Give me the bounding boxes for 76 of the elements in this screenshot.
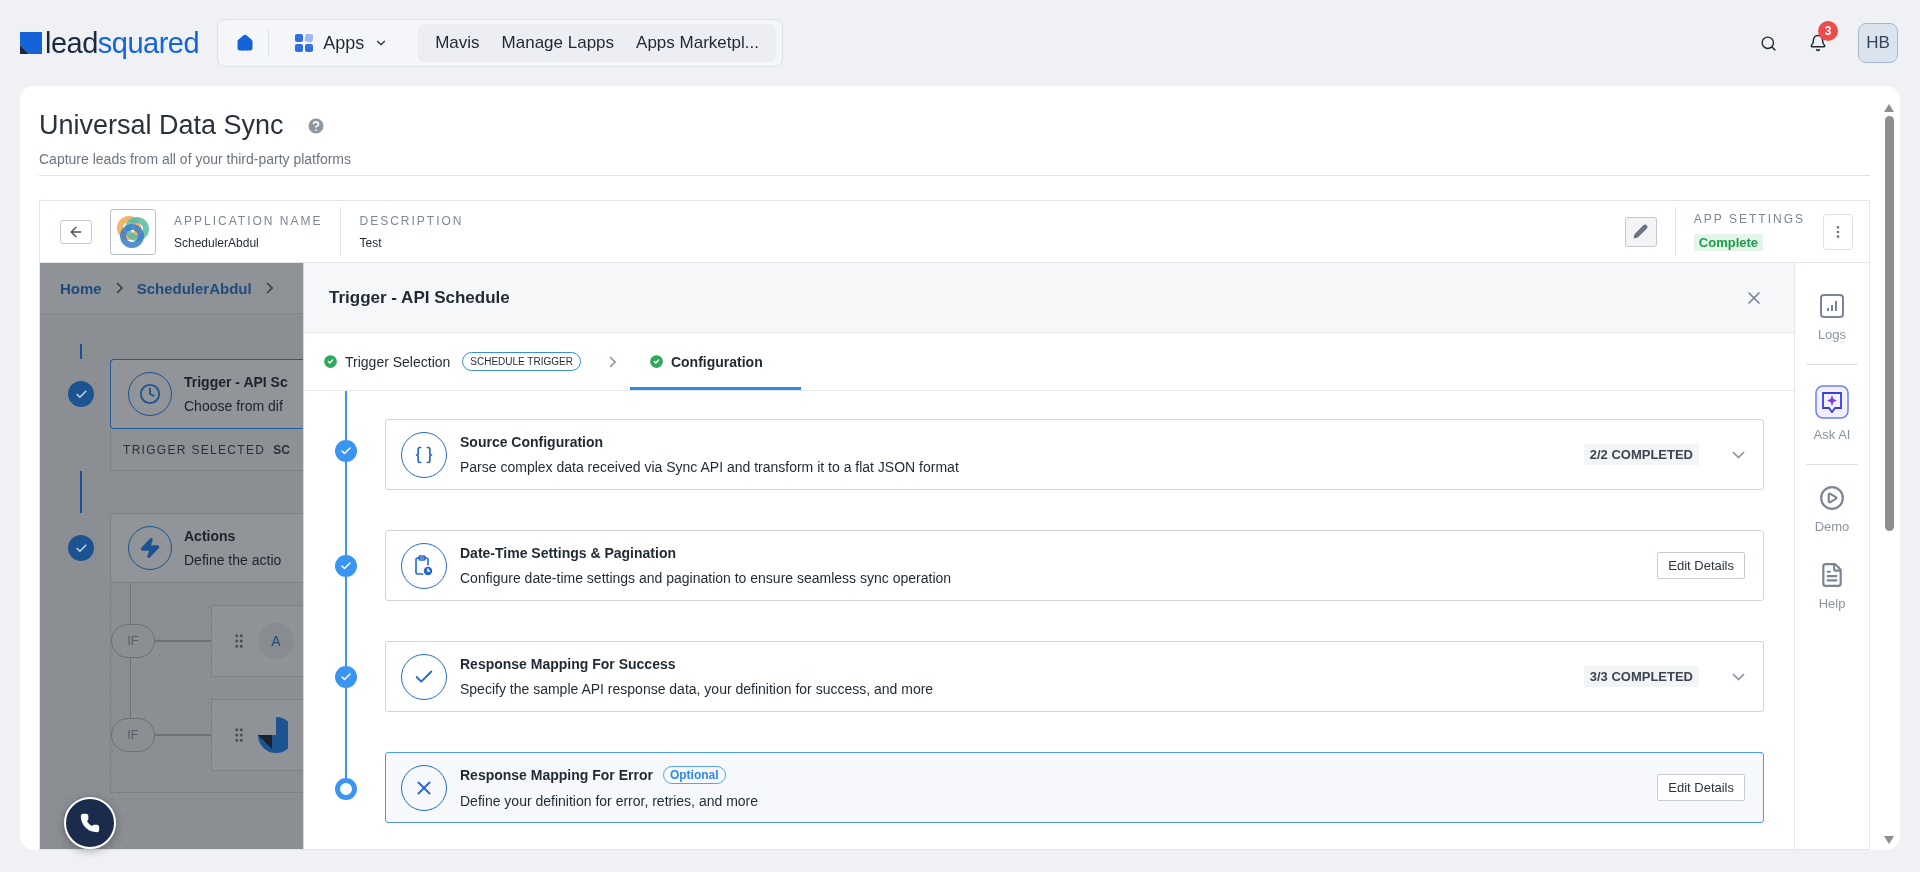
search-icon bbox=[1759, 34, 1777, 52]
strip-label: TRIGGER SELECTED bbox=[123, 442, 266, 457]
action-node[interactable] bbox=[211, 698, 303, 771]
nav-link[interactable]: Manage Lapps bbox=[490, 33, 626, 53]
edit-details-button[interactable]: Edit Details bbox=[1657, 552, 1745, 579]
document-icon[interactable] bbox=[1819, 562, 1845, 588]
back-button[interactable] bbox=[60, 219, 92, 244]
workflow-card[interactable]: Actions Define the actio bbox=[110, 513, 303, 583]
completion-status: 3/3 COMPLETED bbox=[1583, 666, 1699, 687]
step-description: Define your definition for error, retries, and more bbox=[460, 793, 760, 809]
page-title: Universal Data Sync bbox=[39, 110, 284, 141]
notification-count: 3 bbox=[1818, 21, 1838, 41]
logo-mark-icon bbox=[20, 32, 42, 54]
expand-button[interactable] bbox=[1732, 450, 1745, 459]
play-icon[interactable] bbox=[1819, 485, 1845, 511]
lightning-icon bbox=[139, 537, 161, 559]
pencil-icon bbox=[1633, 224, 1649, 239]
nav-link[interactable]: Apps Marketpl... bbox=[625, 33, 770, 53]
field-label: APP SETTINGS bbox=[1693, 212, 1805, 226]
chevron-icon bbox=[115, 282, 123, 294]
application-name: SchedulerAbdul bbox=[174, 235, 260, 250]
nav-link[interactable]: Mavis bbox=[424, 33, 491, 53]
settings-status: Complete bbox=[1693, 234, 1764, 251]
apps-grid-icon bbox=[295, 34, 314, 52]
help-icon[interactable] bbox=[305, 115, 326, 136]
chevron-icon bbox=[608, 355, 616, 368]
step-tab[interactable]: Trigger Selection SCHEDULE TRIGGER bbox=[322, 333, 589, 390]
edit-button[interactable] bbox=[1624, 216, 1657, 247]
chevron-down-icon bbox=[1732, 450, 1745, 459]
step-tab[interactable]: Configuration bbox=[629, 333, 801, 390]
card-description: Define the actio bbox=[184, 552, 282, 568]
config-step-card[interactable]: Date-Time Settings & Pagination Configure date-time settings and pagination to ensure seamless sync operation Edit Details bbox=[385, 530, 1764, 601]
step-description: Specify the sample API response data, your definition for success, and more bbox=[460, 681, 935, 697]
expand-button[interactable] bbox=[1732, 672, 1745, 681]
node-avatar: A bbox=[258, 622, 294, 659]
card-title: Actions bbox=[184, 528, 237, 544]
config-step-card[interactable]: Response Mapping For Error Optional Define your definition for error, retries, and more Edit Details bbox=[385, 752, 1764, 823]
braces-icon bbox=[414, 444, 434, 465]
card-title: Trigger - API Sc bbox=[184, 374, 288, 390]
step-description: Parse complex data received via Sync API and transform it to a flat JSON format bbox=[460, 459, 960, 475]
config-step-card[interactable]: Source Configuration Parse complex data received via Sync API and transform it to a flat JSON format 2/2 COMPLETED bbox=[385, 419, 1764, 490]
scroll-down-icon[interactable] bbox=[1884, 836, 1894, 844]
step-title: Response Mapping For Success bbox=[460, 656, 676, 672]
check-circle-icon bbox=[322, 353, 339, 370]
logo-wordmark: leadsquared bbox=[45, 26, 200, 60]
edit-details-button[interactable]: Edit Details bbox=[1657, 774, 1745, 801]
clipboard-clock-icon bbox=[414, 554, 434, 577]
step-title: Source Configuration bbox=[460, 434, 604, 450]
bell-icon bbox=[1809, 34, 1827, 52]
panel-title: Trigger - API Schedule bbox=[329, 287, 510, 308]
strip-value: SC bbox=[273, 442, 290, 457]
sparkle-chat-icon[interactable] bbox=[1815, 385, 1849, 419]
workflow-card[interactable]: Trigger - API Sc Choose from dif bbox=[110, 359, 303, 429]
chevron-icon bbox=[265, 282, 273, 294]
home-icon bbox=[236, 34, 255, 52]
app-logo-icon bbox=[116, 214, 150, 249]
field-label: APPLICATION NAME bbox=[174, 213, 323, 228]
user-avatar[interactable]: HB bbox=[1858, 23, 1898, 63]
description-value: Test bbox=[359, 235, 383, 250]
node-logo-icon bbox=[258, 716, 288, 753]
step-title: Date-Time Settings & Pagination bbox=[460, 545, 676, 561]
chevron-down-icon bbox=[1732, 672, 1745, 681]
clock-icon bbox=[139, 383, 161, 405]
chart-icon[interactable] bbox=[1819, 293, 1845, 319]
field-label: DESCRIPTION bbox=[359, 213, 464, 228]
scroll-up-icon[interactable] bbox=[1884, 104, 1894, 112]
apps-menu-button[interactable]: Apps bbox=[269, 32, 419, 54]
page-subtitle: Capture leads from all of your third-party platforms bbox=[39, 151, 1870, 176]
card-description: Choose from dif bbox=[184, 398, 284, 414]
completion-status: 2/2 COMPLETED bbox=[1583, 444, 1699, 465]
config-step-card[interactable]: Response Mapping For Success Specify the sample API response data, your definition for success, and more 3/3 COMPLETED bbox=[385, 641, 1764, 712]
step-description: Configure date-time settings and pagination to ensure seamless sync operation bbox=[460, 570, 953, 586]
check-circle-icon bbox=[647, 353, 665, 370]
phone-icon bbox=[80, 813, 100, 833]
scroll-thumb[interactable] bbox=[1884, 116, 1894, 531]
step-title: Response Mapping For Error bbox=[460, 767, 653, 783]
